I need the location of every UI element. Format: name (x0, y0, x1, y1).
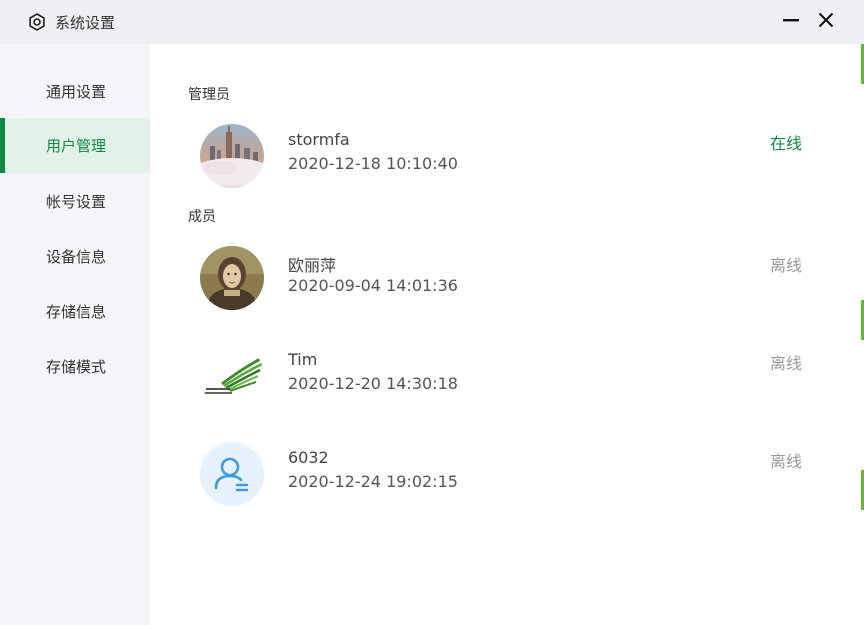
admin-section-label: 管理员 (188, 87, 230, 103)
sidebar-item-device-info[interactable]: 设备信息 (0, 229, 150, 284)
user-name: stormfa (288, 130, 350, 149)
sidebar-item-label: 存储模式 (46, 358, 107, 376)
user-name: 6032 (288, 448, 329, 467)
user-last-login: 2020-12-18 10:10:40 (288, 154, 458, 173)
sidebar-item-label: 帐号设置 (46, 193, 107, 211)
member-section-label: 成员 (188, 209, 216, 225)
status-badge: 离线 (769, 354, 802, 373)
avatar (200, 246, 264, 310)
user-row-member-2[interactable]: Tim 2020-12-20 14:30:18 离线 (188, 344, 828, 410)
user-name: 欧丽萍 (288, 256, 337, 275)
gear-icon (28, 13, 46, 31)
user-row-stormfa[interactable]: stormfa 2020-12-18 10:10:40 在线 (188, 124, 828, 190)
user-name: Tim (288, 350, 318, 369)
sidebar-item-label: 通用设置 (46, 83, 107, 101)
sidebar: 通用设置 用户管理 帐号设置 设备信息 存储信息 存储模式 (0, 44, 150, 625)
sidebar-item-label: 设备信息 (46, 248, 107, 266)
status-badge: 离线 (769, 452, 802, 471)
avatar (200, 124, 264, 188)
status-badge: 离线 (769, 256, 802, 275)
user-row-member-3[interactable]: 6032 2020-12-24 19:02:15 离线 (188, 442, 828, 508)
minimize-button[interactable] (778, 9, 804, 35)
close-icon (818, 12, 834, 32)
avatar (200, 344, 264, 408)
minimize-icon (783, 12, 799, 32)
sidebar-item-storage-mode[interactable]: 存储模式 (0, 339, 150, 394)
user-row-member-1[interactable]: 欧丽萍 2020-09-04 14:01:36 离线 (188, 246, 828, 312)
sidebar-item-label: 存储信息 (46, 303, 107, 321)
window-title: 系统设置 (55, 14, 116, 32)
user-management-panel: 管理员 stormfa 2020-12-18 10:10:40 在线 成员 欧丽… (150, 44, 864, 625)
user-last-login: 2020-09-04 14:01:36 (288, 276, 458, 295)
user-last-login: 2020-12-24 19:02:15 (288, 472, 458, 491)
close-button[interactable] (813, 9, 839, 35)
user-last-login: 2020-12-20 14:30:18 (288, 374, 458, 393)
sidebar-item-general-settings[interactable]: 通用设置 (0, 64, 150, 119)
title-bar: 系统设置 (0, 0, 864, 44)
sidebar-item-label: 用户管理 (46, 137, 107, 155)
sidebar-item-account-settings[interactable]: 帐号设置 (0, 174, 150, 229)
sidebar-item-user-management[interactable]: 用户管理 (0, 118, 150, 173)
status-badge: 在线 (769, 134, 802, 153)
sidebar-item-storage-info[interactable]: 存储信息 (0, 284, 150, 339)
default-user-icon (200, 442, 264, 506)
